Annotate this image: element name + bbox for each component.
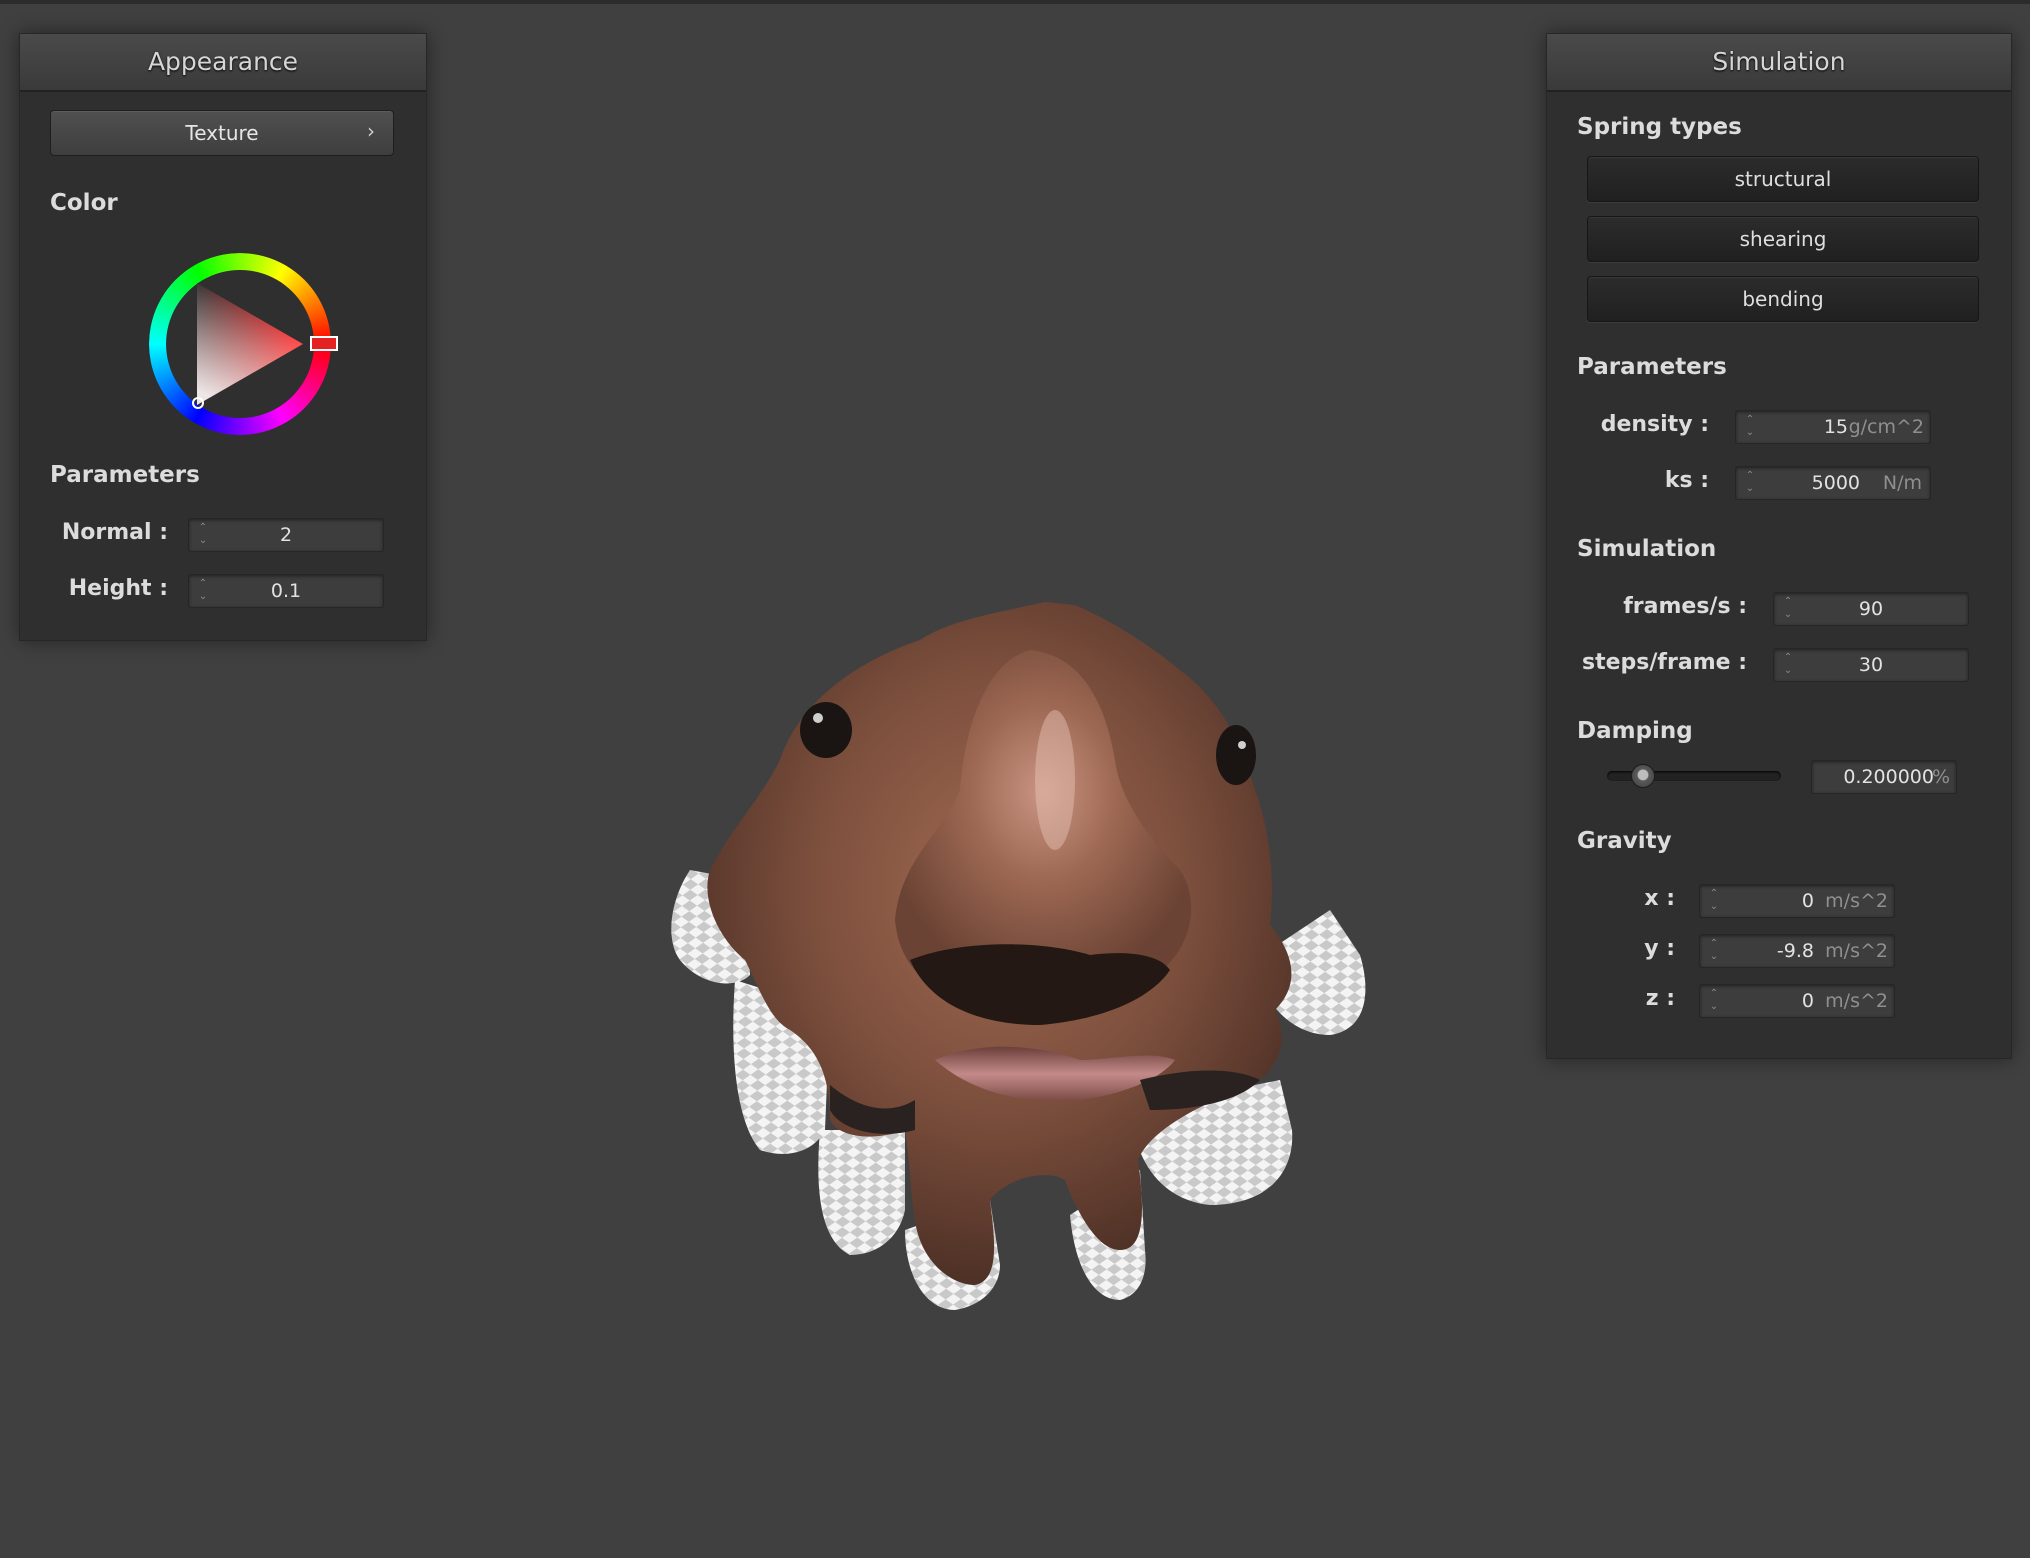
texture-button[interactable]: Texture ›	[50, 110, 394, 156]
fps-input[interactable]: ⌃ ⌄ 90	[1773, 592, 1969, 626]
gravity-z-input[interactable]: ⌃ ⌄ 0 m/s^2	[1699, 984, 1895, 1018]
simulation-panel: Simulation Spring types structural shear…	[1546, 33, 2012, 1059]
cloth-fold-center-left	[818, 1130, 905, 1255]
fps-value: 90	[1858, 598, 1884, 620]
texture-button-label: Texture	[185, 121, 259, 145]
gravity-z-value: 0	[1801, 990, 1814, 1012]
sim-parameters-label: Parameters	[1577, 354, 1727, 380]
damping-unit: %	[1931, 766, 1950, 788]
normal-input[interactable]: ⌃ ⌄ 2	[188, 518, 384, 552]
ks-unit: N/m	[1882, 472, 1922, 494]
bending-button[interactable]: bending	[1587, 276, 1979, 322]
eye-left	[800, 702, 852, 758]
spinner-icon[interactable]: ⌃ ⌄	[1744, 469, 1756, 497]
gravity-x-value: 0	[1801, 890, 1814, 912]
appearance-panel-title[interactable]: Appearance	[20, 34, 426, 92]
simulation-section-label: Simulation	[1577, 536, 1717, 562]
normal-value: 2	[279, 524, 293, 546]
spinner-icon[interactable]: ⌃ ⌄	[1708, 887, 1720, 915]
gravity-y-value: -9.8	[1776, 940, 1814, 962]
steps-label: steps/frame :	[1582, 650, 1747, 675]
color-wheel[interactable]	[135, 239, 345, 449]
nose-highlight	[1035, 710, 1075, 850]
spring-types-label: Spring types	[1577, 114, 1742, 140]
damping-slider-knob[interactable]	[1630, 764, 1655, 788]
shearing-button[interactable]: shearing	[1587, 216, 1979, 262]
gravity-z-unit: m/s^2	[1825, 990, 1888, 1012]
ks-value: 5000	[1811, 472, 1860, 494]
damping-value: 0.200000	[1843, 766, 1934, 788]
color-section-label: Color	[50, 190, 118, 216]
height-input[interactable]: ⌃ ⌄ 0.1	[188, 574, 384, 608]
gravity-x-label: x :	[1644, 886, 1675, 911]
normal-label: Normal :	[61, 520, 168, 545]
chevron-right-icon: ›	[367, 119, 375, 143]
appearance-parameters-label: Parameters	[50, 462, 200, 488]
appearance-panel: Appearance Texture › Color Parameters No…	[19, 33, 427, 641]
steps-value: 30	[1858, 654, 1884, 676]
steps-input[interactable]: ⌃ ⌄ 30	[1773, 648, 1969, 682]
ks-label: ks :	[1664, 468, 1709, 493]
fps-label: frames/s :	[1623, 594, 1747, 619]
density-value: 15	[1823, 416, 1848, 438]
height-label: Height :	[68, 576, 168, 601]
gravity-x-unit: m/s^2	[1825, 890, 1888, 912]
cloth-mesh	[671, 602, 1366, 1310]
density-unit: g/cm^2	[1848, 416, 1924, 438]
spinner-icon[interactable]: ⌃ ⌄	[1744, 413, 1756, 441]
eye-right	[1216, 725, 1256, 785]
gravity-x-input[interactable]: ⌃ ⌄ 0 m/s^2	[1699, 884, 1895, 918]
gravity-z-label: z :	[1645, 986, 1675, 1011]
gravity-y-label: y :	[1644, 936, 1675, 961]
spinner-icon[interactable]: ⌃ ⌄	[1708, 987, 1720, 1015]
gravity-y-input[interactable]: ⌃ ⌄ -9.8 m/s^2	[1699, 934, 1895, 968]
spinner-icon[interactable]: ⌃ ⌄	[1708, 937, 1720, 965]
gravity-y-unit: m/s^2	[1825, 940, 1888, 962]
gravity-label: Gravity	[1577, 828, 1672, 854]
density-label: density :	[1600, 412, 1709, 437]
hue-selector-handle	[310, 336, 338, 351]
damping-label: Damping	[1577, 718, 1693, 744]
structural-button[interactable]: structural	[1587, 156, 1979, 202]
damping-input[interactable]: 0.200000 %	[1811, 760, 1957, 794]
simulation-panel-title[interactable]: Simulation	[1547, 34, 2011, 92]
height-value: 0.1	[270, 580, 302, 602]
density-input[interactable]: ⌃ ⌄ 15 g/cm^2	[1735, 410, 1931, 444]
ks-input[interactable]: ⌃ ⌄ 5000 N/m	[1735, 466, 1931, 500]
